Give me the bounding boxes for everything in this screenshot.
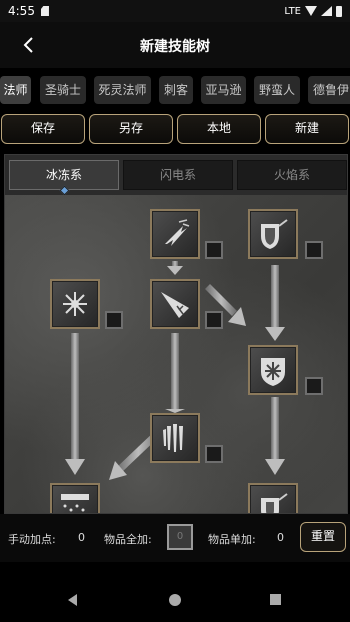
tab-class-barbarian[interactable]: 野蛮人 <box>254 76 300 104</box>
skill-ice-bolt[interactable] <box>150 209 200 259</box>
manual-points-label: 手动加点: <box>8 533 56 546</box>
item-single-value: 0 <box>277 531 284 544</box>
system-nav-bar <box>0 578 350 622</box>
class-tabs: 法师 圣骑士 死灵法师 刺客 亚马逊 野蛮人 德鲁伊 <box>0 76 350 106</box>
skill-blizzard[interactable] <box>50 483 100 513</box>
skill-tree-panel: 冰冻系 闪电系 火焰系 <box>4 154 348 514</box>
tab-class-amazon[interactable]: 亚马逊 <box>201 76 246 104</box>
tab-class-necromancer[interactable]: 死灵法师 <box>94 76 151 104</box>
status-right: LTE <box>284 5 342 17</box>
tab-class-druid[interactable]: 德鲁伊 <box>308 76 350 104</box>
glacial-spike-icon <box>163 424 183 452</box>
nav-recents-icon[interactable] <box>270 594 281 605</box>
signal-icon <box>321 6 332 16</box>
tab-class-paladin[interactable]: 圣骑士 <box>40 76 86 104</box>
frozen-armor-icon <box>261 219 288 249</box>
arrow-icon <box>65 333 85 475</box>
ice-bolt-icon <box>165 219 190 246</box>
points-bar: 手动加点: 0 物品全加: 0 物品单加: 0 重置 <box>0 514 350 562</box>
skill-points-ice-blast[interactable] <box>205 311 223 329</box>
skill-points-frost-nova[interactable] <box>105 311 123 329</box>
action-bar: 保存 另存 本地 新建 <box>0 114 350 146</box>
reset-button[interactable]: 重置 <box>300 522 346 552</box>
skill-points-ice-bolt[interactable] <box>205 241 223 259</box>
save-as-button[interactable]: 另存 <box>89 114 173 144</box>
arrow-icon <box>265 397 285 475</box>
network-type: LTE <box>284 5 301 17</box>
skill-points-frozen-armor[interactable] <box>305 241 323 259</box>
blizzard-icon <box>61 494 89 512</box>
skill-shiver-armor[interactable] <box>248 345 298 395</box>
sd-card-icon <box>40 6 49 16</box>
arrow-icon <box>167 261 183 275</box>
arrow-icon <box>165 333 185 413</box>
page-title: 新建技能树 <box>140 39 210 55</box>
nav-home-icon[interactable] <box>169 594 181 606</box>
skill-glacial-spike[interactable] <box>150 413 200 463</box>
battery-icon <box>336 5 342 17</box>
item-all-label: 物品全加: <box>104 533 152 546</box>
skill-frost-nova[interactable] <box>50 279 100 329</box>
new-button[interactable]: 新建 <box>265 114 349 144</box>
frost-nova-icon <box>63 292 87 316</box>
status-time: 4:55 <box>8 4 35 18</box>
wifi-icon <box>305 6 317 16</box>
tab-class-sorceress[interactable]: 法师 <box>0 76 31 104</box>
item-single-label: 物品单加: <box>208 533 256 546</box>
skill-ice-blast[interactable] <box>150 279 200 329</box>
save-button[interactable]: 保存 <box>1 114 85 144</box>
local-button[interactable]: 本地 <box>177 114 261 144</box>
status-bar: 4:55 LTE <box>0 0 350 22</box>
skill-frozen-armor[interactable] <box>248 209 298 259</box>
ice-blast-icon <box>161 292 189 318</box>
arrow-icon <box>265 265 285 341</box>
shiver-armor-icon <box>261 358 285 386</box>
skill-chilling-armor[interactable] <box>248 483 298 513</box>
chilling-armor-icon <box>261 493 288 513</box>
app-header: 新建技能树 <box>0 22 350 68</box>
tab-class-assassin[interactable]: 刺客 <box>159 76 193 104</box>
item-all-input[interactable]: 0 <box>167 524 193 550</box>
skill-points-shiver-armor[interactable] <box>305 377 323 395</box>
skill-points-glacial-spike[interactable] <box>205 445 223 463</box>
nav-back-icon[interactable] <box>68 594 77 606</box>
manual-points-value: 0 <box>78 531 85 544</box>
